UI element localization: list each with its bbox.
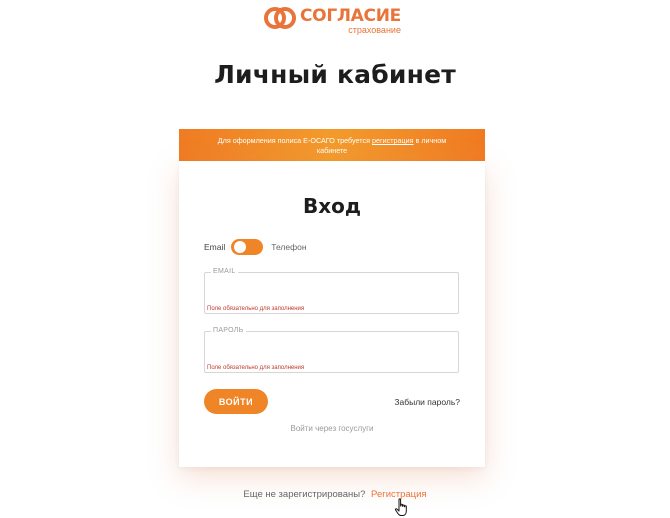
banner-text-before: Для оформления полиса Е-ОСАГО требуется [217, 136, 370, 145]
register-prompt-row: Еще не зарегистрированы? Регистрация [0, 489, 670, 500]
info-banner: Для оформления полиса Е-ОСАГО требуется … [179, 129, 485, 161]
brand-subtitle: страхование [348, 25, 401, 35]
password-error-message: Поле обязательно для заполнения [207, 365, 305, 371]
email-input[interactable] [211, 282, 451, 300]
login-button[interactable]: ВОЙТИ [204, 389, 268, 414]
toggle-label-email[interactable]: Email [204, 242, 225, 252]
password-field-label: ПАРОЛЬ [211, 327, 246, 334]
login-title: Вход [302, 194, 362, 218]
email-field[interactable]: EMAIL Поле обязательно для заполнения [204, 268, 459, 314]
brand-logo[interactable]: СОГЛАСИЕ страхование [263, 6, 408, 36]
soglasie-rings-icon [264, 7, 296, 29]
register-prompt-text: Еще не зарегистрированы? [243, 489, 366, 500]
banner-registration-link[interactable]: регистрация [372, 136, 414, 145]
toggle-label-phone[interactable]: Телефон [271, 242, 306, 252]
login-method-toggle-row: Email Телефон [204, 239, 307, 255]
email-error-message: Поле обязательно для заполнения [207, 306, 305, 312]
password-input[interactable] [211, 341, 451, 359]
toggle-knob [234, 241, 247, 253]
gosuslugi-login-link[interactable]: Войти через госуслуги [179, 424, 485, 433]
login-card: Вход Email Телефон EMAIL Поле обязательн… [179, 161, 485, 467]
email-field-label: EMAIL [211, 268, 238, 275]
page-title: Личный кабинет [214, 60, 456, 89]
login-method-toggle[interactable] [231, 239, 264, 255]
hand-pointer-icon [394, 498, 407, 516]
brand-text: СОГЛАСИЕ страхование [300, 6, 401, 35]
brand-name: СОГЛАСИЕ [300, 6, 401, 26]
forgot-password-link[interactable]: Забыли пароль? [394, 397, 460, 407]
password-field[interactable]: ПАРОЛЬ Поле обязательно для заполнения [204, 327, 459, 373]
